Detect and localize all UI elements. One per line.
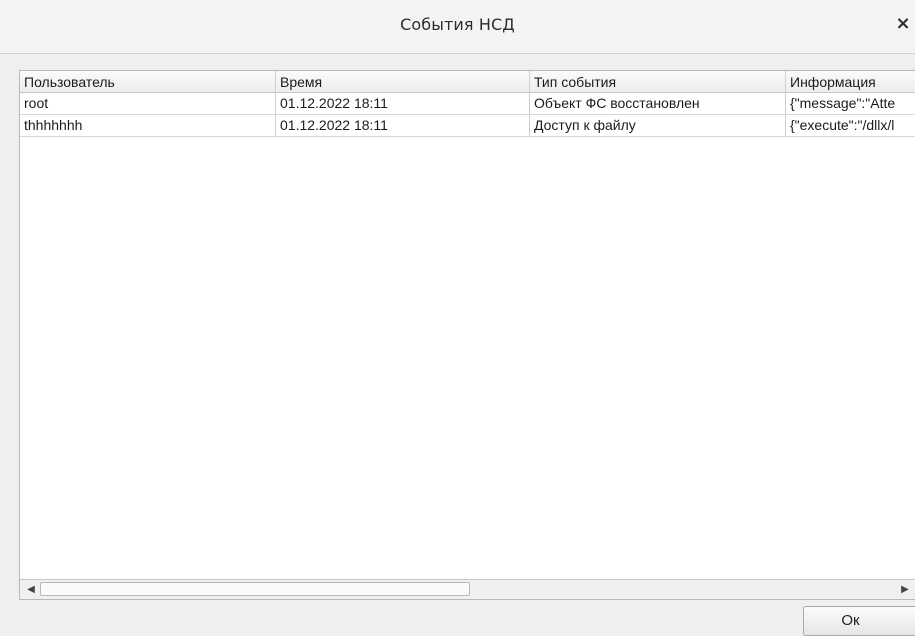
- table-row[interactable]: thhhhhhh 01.12.2022 18:11 Доступ к файлу…: [20, 115, 915, 137]
- cell-time: 01.12.2022 18:11: [276, 115, 530, 136]
- column-header-info[interactable]: Информация: [786, 71, 915, 92]
- column-header-time[interactable]: Время: [276, 71, 530, 92]
- close-icon[interactable]: ×: [895, 14, 911, 34]
- cell-time: 01.12.2022 18:11: [276, 93, 530, 114]
- scroll-right-icon[interactable]: ▶: [896, 580, 914, 599]
- cell-user: root: [20, 93, 276, 114]
- events-table[interactable]: Пользователь Время Тип события Информаци…: [19, 70, 915, 600]
- ok-button[interactable]: Ок: [803, 606, 915, 636]
- cell-event-type: Объект ФС восстановлен: [530, 93, 786, 114]
- cell-user: thhhhhhh: [20, 115, 276, 136]
- scroll-thumb[interactable]: [40, 582, 470, 596]
- scroll-track[interactable]: [40, 582, 892, 596]
- table-header: Пользователь Время Тип события Информаци…: [20, 71, 915, 93]
- cell-info: {"message":"Atte: [786, 93, 915, 114]
- window-title: События НСД: [400, 15, 515, 34]
- horizontal-scrollbar[interactable]: ◀ ▶: [20, 579, 915, 599]
- scroll-left-icon[interactable]: ◀: [22, 580, 40, 599]
- table-row[interactable]: root 01.12.2022 18:11 Объект ФС восстано…: [20, 93, 915, 115]
- title-bar: События НСД ×: [0, 0, 915, 54]
- column-header-user[interactable]: Пользователь: [20, 71, 276, 92]
- column-header-event-type[interactable]: Тип события: [530, 71, 786, 92]
- cell-info: {"execute":"/dllx/l: [786, 115, 915, 136]
- cell-event-type: Доступ к файлу: [530, 115, 786, 136]
